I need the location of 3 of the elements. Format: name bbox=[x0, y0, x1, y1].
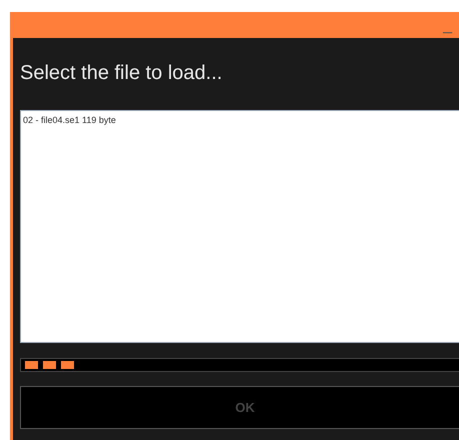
dialog-title: Select the file to load... bbox=[20, 61, 224, 86]
file-item[interactable]: 02 - file04.se1 119 byte bbox=[23, 114, 116, 128]
minimize-button[interactable]: _ bbox=[441, 18, 454, 38]
